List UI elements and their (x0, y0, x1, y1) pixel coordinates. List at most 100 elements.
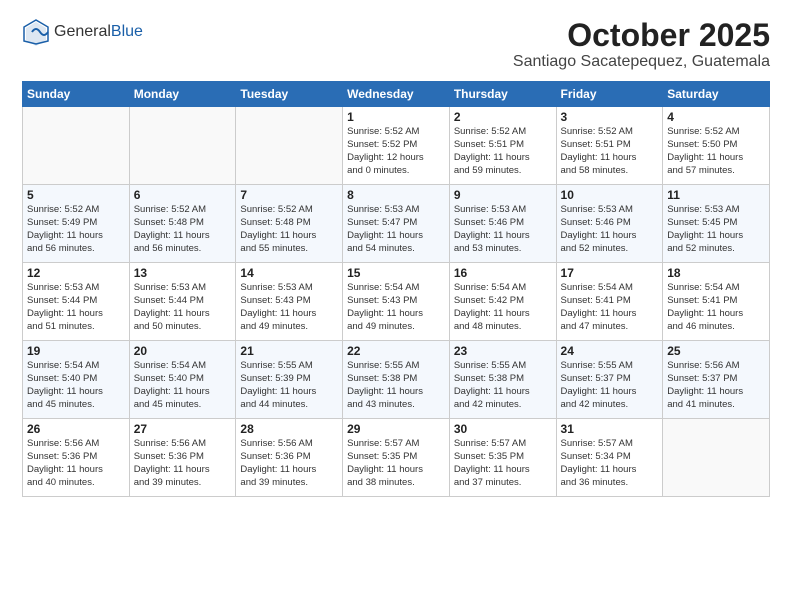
day-detail: Sunrise: 5:55 AM Sunset: 5:37 PM Dayligh… (561, 360, 659, 411)
calendar-cell: 3Sunrise: 5:52 AM Sunset: 5:51 PM Daylig… (556, 107, 663, 185)
day-number: 21 (240, 344, 338, 358)
day-detail: Sunrise: 5:53 AM Sunset: 5:44 PM Dayligh… (27, 282, 125, 333)
week-row-3: 12 Sunrise: 5:53 AM Sunset: 5:44 PM Dayli… (23, 263, 770, 341)
day-detail: Sunrise: 5:53 AM Sunset: 5:44 PM Dayligh… (134, 282, 232, 333)
calendar-cell: 11 Sunrise: 5:53 AM Sunset: 5:45 PM Dayli… (663, 185, 770, 263)
weekday-header-tuesday: Tuesday (236, 82, 343, 107)
day-detail: Sunrise: 5:55 AM Sunset: 5:39 PM Dayligh… (240, 360, 338, 411)
weekday-header-thursday: Thursday (449, 82, 556, 107)
day-detail: Sunrise: 5:53 AM Sunset: 5:46 PM Dayligh… (561, 204, 659, 255)
day-number: 10 (561, 188, 659, 202)
weekday-header-friday: Friday (556, 82, 663, 107)
day-detail: Sunrise: 5:56 AM Sunset: 5:36 PM Dayligh… (240, 438, 338, 489)
day-detail: Sunrise: 5:54 AM Sunset: 5:40 PM Dayligh… (134, 360, 232, 411)
logo-text: GeneralBlue (54, 23, 143, 41)
calendar-cell: 26Sunrise: 5:56 AM Sunset: 5:36 PM Dayli… (23, 419, 130, 497)
day-number: 2 (454, 110, 552, 124)
calendar-cell (236, 107, 343, 185)
day-detail: Sunrise: 5:53 AM Sunset: 5:43 PM Dayligh… (240, 282, 338, 333)
day-number: 11 (667, 188, 765, 202)
calendar-cell: 12 Sunrise: 5:53 AM Sunset: 5:44 PM Dayli… (23, 263, 130, 341)
calendar-cell: 16 Sunrise: 5:54 AM Sunset: 5:42 PM Dayli… (449, 263, 556, 341)
day-number: 6 (134, 188, 232, 202)
day-detail: Sunrise: 5:52 AM Sunset: 5:50 PM Dayligh… (667, 126, 765, 177)
day-number: 26 (27, 422, 125, 436)
page: GeneralBlue October 2025 Santiago Sacate… (0, 0, 792, 612)
calendar-cell: 2 Sunrise: 5:52 AM Sunset: 5:51 PM Daylig… (449, 107, 556, 185)
day-detail: Sunrise: 5:55 AM Sunset: 5:38 PM Dayligh… (347, 360, 445, 411)
calendar-cell: 14 Sunrise: 5:53 AM Sunset: 5:43 PM Dayli… (236, 263, 343, 341)
week-row-1: 1 Sunrise: 5:52 AM Sunset: 5:52 PM Daylig… (23, 107, 770, 185)
calendar-cell: 22 Sunrise: 5:55 AM Sunset: 5:38 PM Dayli… (343, 341, 450, 419)
calendar-cell: 4 Sunrise: 5:52 AM Sunset: 5:50 PM Daylig… (663, 107, 770, 185)
day-detail: Sunrise: 5:54 AM Sunset: 5:40 PM Dayligh… (27, 360, 125, 411)
day-number: 28 (240, 422, 338, 436)
day-detail: Sunrise: 5:52 AM Sunset: 5:52 PM Dayligh… (347, 126, 445, 177)
weekday-header-saturday: Saturday (663, 82, 770, 107)
day-number: 9 (454, 188, 552, 202)
calendar-cell: 27 Sunrise: 5:56 AM Sunset: 5:36 PM Dayli… (129, 419, 236, 497)
weekday-header-wednesday: Wednesday (343, 82, 450, 107)
day-number: 14 (240, 266, 338, 280)
logo: GeneralBlue (22, 18, 143, 46)
calendar-cell: 20 Sunrise: 5:54 AM Sunset: 5:40 PM Dayli… (129, 341, 236, 419)
day-detail: Sunrise: 5:53 AM Sunset: 5:46 PM Dayligh… (454, 204, 552, 255)
day-number: 25 (667, 344, 765, 358)
logo-icon (22, 18, 50, 46)
day-number: 17 (561, 266, 659, 280)
day-detail: Sunrise: 5:52 AM Sunset: 5:48 PM Dayligh… (240, 204, 338, 255)
calendar-cell: 1 Sunrise: 5:52 AM Sunset: 5:52 PM Daylig… (343, 107, 450, 185)
day-detail: Sunrise: 5:52 AM Sunset: 5:49 PM Dayligh… (27, 204, 125, 255)
logo-general: General (54, 23, 111, 40)
day-number: 15 (347, 266, 445, 280)
day-number: 19 (27, 344, 125, 358)
day-detail: Sunrise: 5:52 AM Sunset: 5:51 PM Dayligh… (454, 126, 552, 177)
day-detail: Sunrise: 5:57 AM Sunset: 5:35 PM Dayligh… (347, 438, 445, 489)
day-number: 24 (561, 344, 659, 358)
header: GeneralBlue October 2025 Santiago Sacate… (22, 18, 770, 71)
day-number: 8 (347, 188, 445, 202)
calendar-cell (663, 419, 770, 497)
calendar-cell: 13 Sunrise: 5:53 AM Sunset: 5:44 PM Dayli… (129, 263, 236, 341)
day-number: 5 (27, 188, 125, 202)
day-detail: Sunrise: 5:54 AM Sunset: 5:41 PM Dayligh… (667, 282, 765, 333)
calendar-cell (129, 107, 236, 185)
logo-blue: Blue (111, 23, 143, 40)
title-block: October 2025 Santiago Sacatepequez, Guat… (513, 18, 770, 71)
day-detail: Sunrise: 5:56 AM Sunset: 5:36 PM Dayligh… (134, 438, 232, 489)
day-number: 7 (240, 188, 338, 202)
calendar-cell: 6Sunrise: 5:52 AM Sunset: 5:48 PM Daylig… (129, 185, 236, 263)
calendar-cell: 10 Sunrise: 5:53 AM Sunset: 5:46 PM Dayli… (556, 185, 663, 263)
day-number: 13 (134, 266, 232, 280)
calendar-cell: 31Sunrise: 5:57 AM Sunset: 5:34 PM Dayli… (556, 419, 663, 497)
day-detail: Sunrise: 5:53 AM Sunset: 5:47 PM Dayligh… (347, 204, 445, 255)
calendar-cell (23, 107, 130, 185)
day-number: 3 (561, 110, 659, 124)
day-detail: Sunrise: 5:53 AM Sunset: 5:45 PM Dayligh… (667, 204, 765, 255)
calendar-cell: 8 Sunrise: 5:53 AM Sunset: 5:47 PM Daylig… (343, 185, 450, 263)
day-number: 1 (347, 110, 445, 124)
day-number: 12 (27, 266, 125, 280)
day-number: 4 (667, 110, 765, 124)
day-number: 20 (134, 344, 232, 358)
calendar-cell: 21 Sunrise: 5:55 AM Sunset: 5:39 PM Dayli… (236, 341, 343, 419)
calendar-cell: 30Sunrise: 5:57 AM Sunset: 5:35 PM Dayli… (449, 419, 556, 497)
calendar-cell: 17 Sunrise: 5:54 AM Sunset: 5:41 PM Dayli… (556, 263, 663, 341)
weekday-header-row: SundayMondayTuesdayWednesdayThursdayFrid… (23, 82, 770, 107)
calendar-cell: 18Sunrise: 5:54 AM Sunset: 5:41 PM Dayli… (663, 263, 770, 341)
day-detail: Sunrise: 5:57 AM Sunset: 5:35 PM Dayligh… (454, 438, 552, 489)
day-detail: Sunrise: 5:54 AM Sunset: 5:42 PM Dayligh… (454, 282, 552, 333)
day-number: 16 (454, 266, 552, 280)
day-number: 22 (347, 344, 445, 358)
day-number: 31 (561, 422, 659, 436)
calendar-cell: 23Sunrise: 5:55 AM Sunset: 5:38 PM Dayli… (449, 341, 556, 419)
day-detail: Sunrise: 5:54 AM Sunset: 5:43 PM Dayligh… (347, 282, 445, 333)
calendar-cell: 25Sunrise: 5:56 AM Sunset: 5:37 PM Dayli… (663, 341, 770, 419)
day-number: 27 (134, 422, 232, 436)
week-row-5: 26 Sunrise: 5:56 AM Sunset: 5:36 PM Dayli… (23, 419, 770, 497)
day-detail: Sunrise: 5:54 AM Sunset: 5:41 PM Dayligh… (561, 282, 659, 333)
calendar-cell: 29Sunrise: 5:57 AM Sunset: 5:35 PM Dayli… (343, 419, 450, 497)
calendar-cell: 24 Sunrise: 5:55 AM Sunset: 5:37 PM Dayli… (556, 341, 663, 419)
calendar-cell: 7 Sunrise: 5:52 AM Sunset: 5:48 PM Daylig… (236, 185, 343, 263)
day-detail: Sunrise: 5:55 AM Sunset: 5:38 PM Dayligh… (454, 360, 552, 411)
